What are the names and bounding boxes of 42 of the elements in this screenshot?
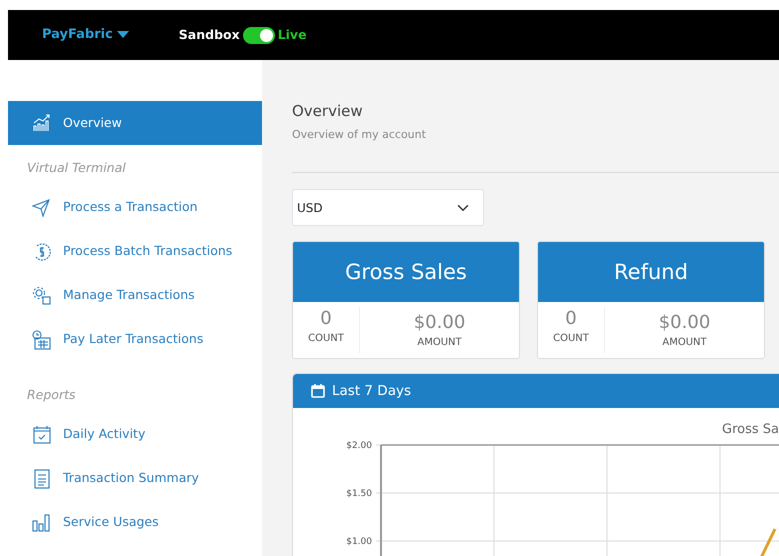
send-icon — [32, 198, 52, 218]
document-icon — [32, 468, 52, 488]
sidebar-item[interactable]: Process a Transaction — [8, 186, 262, 230]
chart-title: Gross Sa — [722, 422, 779, 437]
amount-label: AMOUNT — [662, 336, 707, 348]
chart-line — [758, 528, 776, 556]
section-heading: Reports — [27, 386, 76, 402]
mode-toggle[interactable] — [242, 26, 275, 44]
calendar-icon — [311, 384, 325, 398]
section-heading: Virtual Terminal — [27, 160, 126, 175]
gears-icon — [32, 286, 52, 306]
currency-select[interactable]: USD — [292, 189, 484, 226]
chart-card-title: Last 7 Days — [332, 382, 411, 401]
count-value: 0 — [565, 308, 577, 329]
page-title: Overview — [292, 101, 364, 122]
sidebar-item[interactable]: Manage Transactions — [8, 274, 262, 318]
brand-menu[interactable]: PayFabric — [42, 25, 129, 45]
sidebar-item[interactable]: Pay Later Transactions — [8, 318, 262, 362]
bar-chart-icon — [32, 512, 52, 532]
count-value: 0 — [320, 308, 332, 329]
live-label: Live — [278, 26, 307, 44]
sidebar-item[interactable]: Overview — [8, 101, 262, 145]
chart-icon — [32, 113, 52, 133]
y-tick-label: $2.00 — [346, 441, 372, 451]
caret-icon — [116, 31, 129, 39]
sidebar-item[interactable]: Transaction Summary — [8, 456, 262, 500]
amount-label: AMOUNT — [417, 336, 462, 348]
amount-value: $0.00 — [658, 312, 710, 332]
amount-value: $0.00 — [414, 312, 466, 332]
y-tick-label: $1.00 — [346, 537, 372, 547]
page-subtitle: Overview of my account — [292, 126, 427, 142]
sidebar-item[interactable]: Process Batch Transactions — [8, 230, 262, 274]
card-title: Gross Sales — [345, 260, 467, 284]
sandbox-label: Sandbox — [178, 26, 240, 44]
sidebar-item[interactable]: Service Usages — [8, 500, 262, 544]
calendar-check-icon — [32, 424, 52, 444]
y-tick-label: $1.50 — [346, 489, 372, 499]
clock-calendar-icon — [32, 330, 52, 350]
sidebar-item[interactable]: Daily Activity — [8, 412, 262, 456]
count-label: COUNT — [553, 333, 589, 344]
count-label: COUNT — [308, 333, 344, 344]
card-title: Refund — [614, 260, 688, 284]
